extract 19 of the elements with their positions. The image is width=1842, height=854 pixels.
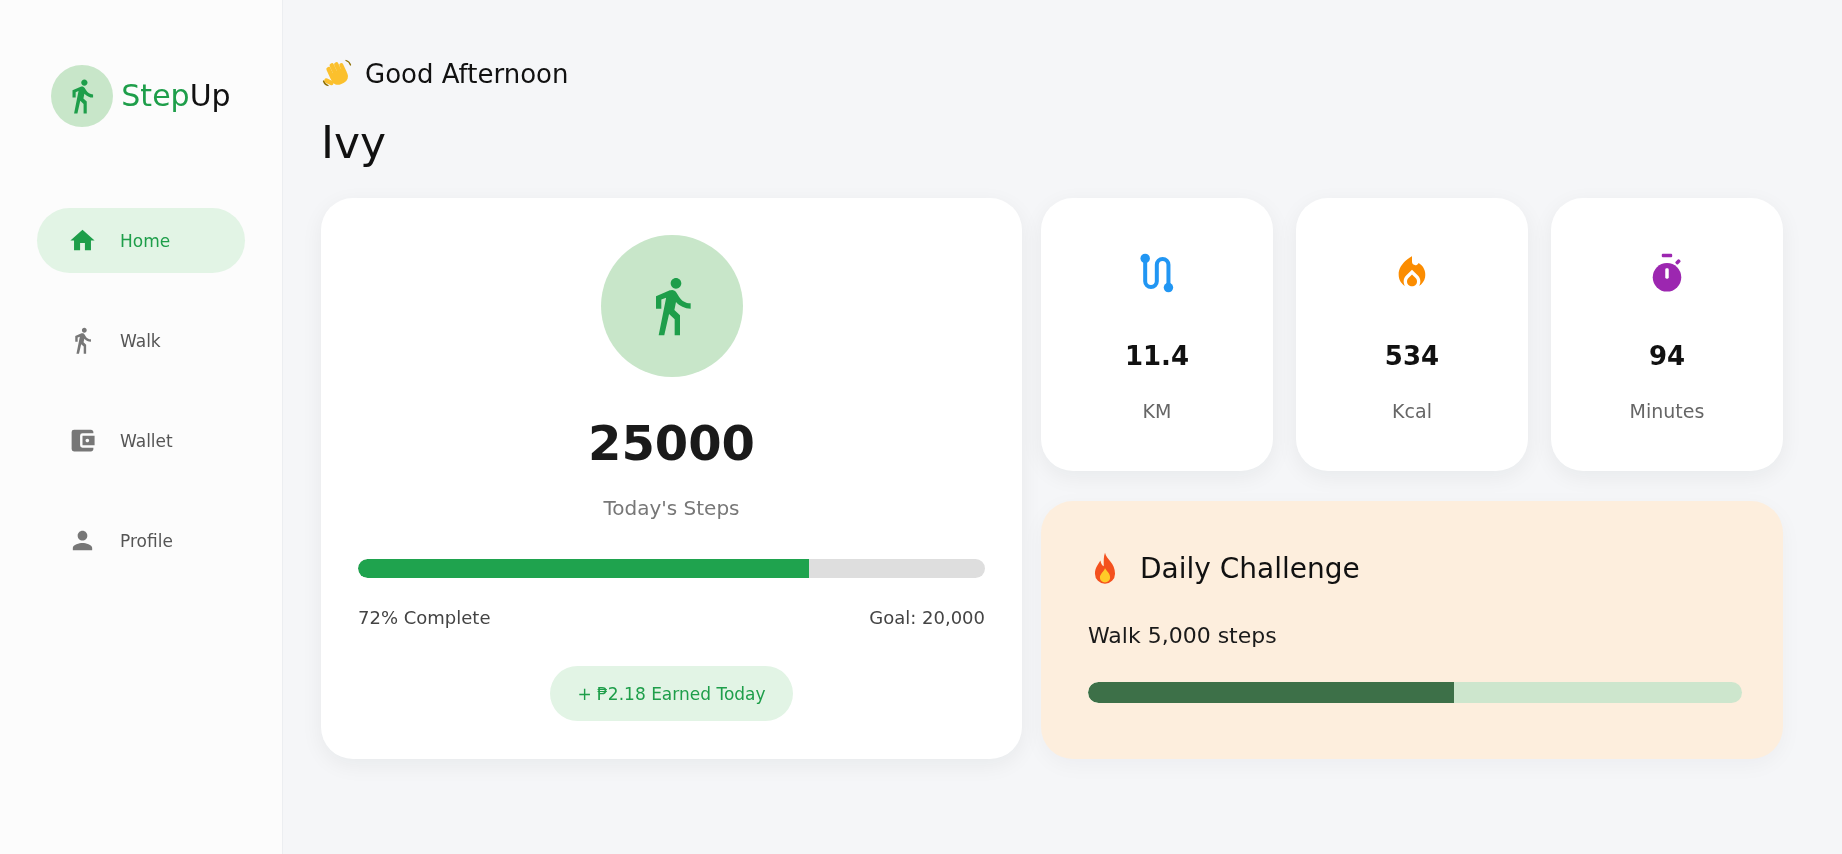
nav-item[interactable]: Walk <box>37 308 245 373</box>
brand-name: StepUp <box>121 78 231 114</box>
nav-item[interactable]: Profile <box>37 508 245 573</box>
earned-today-badge: + ₱2.18 Earned Today <box>550 666 793 721</box>
greeting-text: Good Afternoon <box>365 58 569 91</box>
goal-text: Goal: 20,000 <box>869 607 985 629</box>
step-count: 25000 <box>588 414 755 472</box>
user-name: Ivy <box>321 119 388 167</box>
nav-item[interactable]: Wallet <box>37 408 245 473</box>
stat-unit: Kcal <box>1392 399 1432 423</box>
progress-text: 72% Complete <box>358 607 491 629</box>
stat-unit: Minutes <box>1629 399 1705 423</box>
stat-unit: KM <box>1142 399 1172 423</box>
stat-value: 94 <box>1648 340 1686 373</box>
challenge-title: Daily Challenge <box>1140 551 1360 587</box>
challenge-task: Walk 5,000 steps <box>1088 622 1278 650</box>
steps-label: Today's Steps <box>603 496 740 520</box>
stat-value: 534 <box>1384 340 1440 373</box>
stat-value: 11.4 <box>1124 340 1190 373</box>
